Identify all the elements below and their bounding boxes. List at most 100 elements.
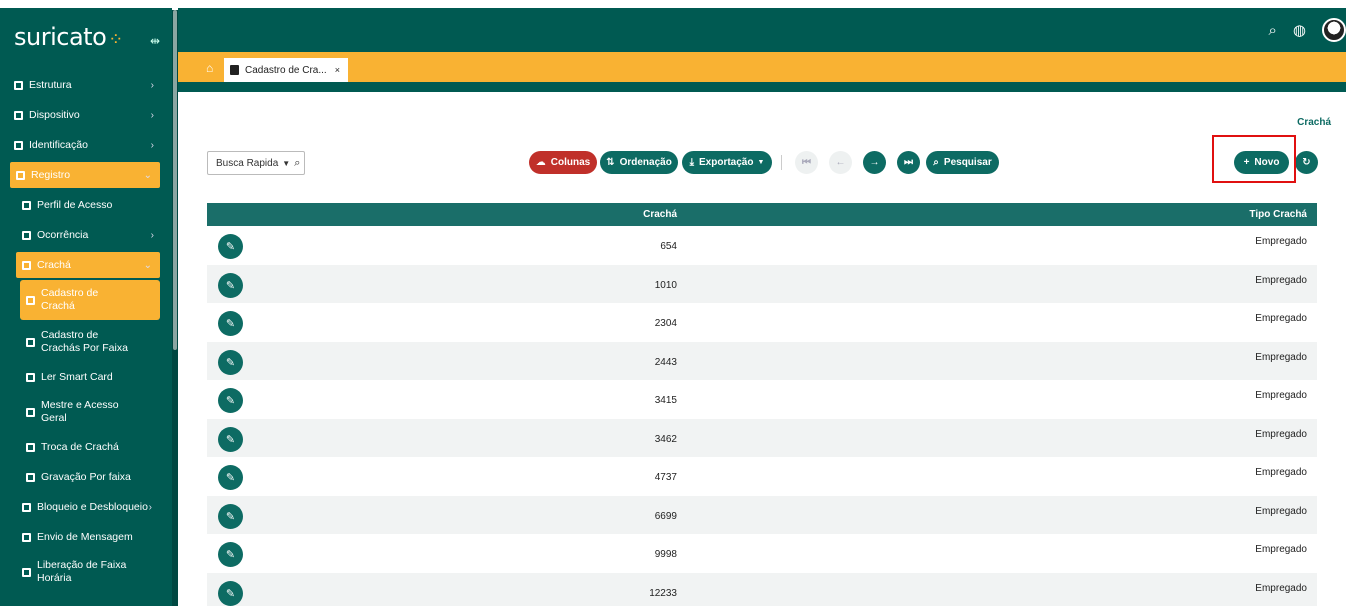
register-icon [16,170,25,180]
edit-icon[interactable]: ✎ [218,503,243,529]
id-card-icon [14,140,23,150]
cell-cracha: 3462 [654,433,677,445]
sidebar: suricato ⁘ ⇹ Estrutura › Dispositivo › Iden… [0,8,172,606]
sidebar-item-ocorrencia[interactable]: Ocorrência › [0,220,172,250]
doc-icon [22,200,31,210]
quick-search-dropdown[interactable]: Busca Rapida ▼ ⌕ [207,151,305,175]
sidebar-item-gravacao-faixa[interactable]: Gravação Por faixa [0,462,172,492]
table-row[interactable]: ✎ 2304 Empregado [207,303,1317,341]
first-page-button[interactable]: ⏮ [795,151,818,174]
close-icon[interactable]: × [335,65,340,75]
doc-icon [230,65,239,75]
scrollbar-thumb[interactable] [173,10,177,350]
table-row[interactable]: ✎ 3462 Empregado [207,418,1317,457]
sidebar-item-envio-mensagem[interactable]: Envio de Mensagem [0,522,172,552]
table-row[interactable]: ✎ 654 Empregado [207,226,1317,264]
sidebar-item-cadastro-crachas-faixa[interactable]: Cadastro de Crachás Por Faixa [0,322,172,362]
edit-icon[interactable]: ✎ [218,311,243,336]
sidebar-item-troca-cracha[interactable]: Troca de Crachá [0,432,172,462]
edit-icon[interactable]: ✎ [218,272,243,298]
avatar[interactable] [1322,18,1346,42]
edit-icon[interactable]: ✎ [218,580,243,606]
edit-icon[interactable]: ✎ [218,349,243,375]
sidebar-item-label: Envio de Mensagem [37,531,133,543]
sidebar-item-estrutura[interactable]: Estrutura › [0,70,172,100]
caret-down-icon: ▼ [282,158,291,168]
cell-cracha: 654 [660,241,677,252]
edit-icon[interactable]: ✎ [218,465,243,490]
column-header-cracha[interactable]: Crachá [643,209,677,220]
sidebar-item-cracha[interactable]: Crachá ⌄ [16,252,160,278]
table-row[interactable]: ✎ 9998 Empregado [207,534,1317,572]
sidebar-item-cadastro-cracha[interactable]: Cadastro de Crachá [20,280,160,320]
chevron-right-icon: › [150,109,154,121]
doc-icon [22,532,31,542]
sidebar-item-label: Crachá [37,259,71,271]
doc-icon [22,567,31,577]
sidebar-scrollbar[interactable] [172,10,178,606]
table-header: Crachá Tipo Crachá [207,203,1317,226]
chevron-right-icon: › [150,139,154,151]
sidebar-item-label: Cadastro de Crachá [41,287,99,312]
sidebar-item-identificacao[interactable]: Identificação › [0,130,172,160]
quick-search-label: Busca Rapida [216,157,279,169]
table-row[interactable]: ✎ 2443 Empregado [207,341,1317,380]
ordering-button[interactable]: ⇅ Ordenação [600,151,678,174]
button-label: Pesquisar [943,157,992,168]
doc-icon [26,407,35,417]
next-page-button[interactable]: → [863,151,886,174]
cell-tipo-cracha: Empregado [1255,467,1307,478]
table-row[interactable]: ✎ 1010 Empregado [207,264,1317,303]
button-label: Ordenação [619,157,672,168]
cell-cracha: 3415 [654,395,677,406]
edit-icon[interactable]: ✎ [218,542,243,567]
doc-icon [26,295,35,305]
sidebar-item-registro[interactable]: Registro ⌄ [10,162,160,188]
tab-cadastro-cracha[interactable]: Cadastro de Cra... × [224,58,348,82]
last-page-button[interactable]: ⏭ [897,151,920,174]
cell-cracha: 12233 [649,587,677,599]
refresh-button[interactable]: ↻ [1295,151,1318,174]
search-icon[interactable]: ⌕ [294,157,300,170]
sidebar-item-dispositivo[interactable]: Dispositivo › [0,100,172,130]
table-row[interactable]: ✎ 12233 Empregado [207,572,1317,606]
edit-icon[interactable]: ✎ [218,388,243,413]
search-icon[interactable]: ⌕ [1269,22,1277,39]
logo[interactable]: suricato ⁘ [14,23,123,51]
edit-icon[interactable]: ✎ [218,234,243,259]
home-icon[interactable]: ⌂ [206,61,213,75]
column-header-tipo-cracha[interactable]: Tipo Crachá [1249,209,1307,220]
table-row[interactable]: ✎ 4737 Empregado [207,457,1317,495]
prev-page-button[interactable]: ← [829,151,852,174]
sidebar-item-liberacao-faixa[interactable]: Liberação de Faixa Horária [0,552,172,592]
chevron-right-icon: › [150,229,154,241]
sidebar-item-mestre-acesso[interactable]: Mestre e Acesso Geral [0,392,172,432]
sidebar-item-ler-smart-card[interactable]: Ler Smart Card [0,362,172,392]
sidebar-item-label: Identificação [29,139,88,151]
tab-strip: ⌂ Cadastro de Cra... × [178,52,1346,82]
table-row[interactable]: ✎ 3415 Empregado [207,380,1317,418]
top-bar: ⌕ ◍ [178,8,1346,52]
sidebar-item-label: Liberação de Faixa Horária [37,559,127,584]
sidebar-item-label: Troca de Crachá [41,441,119,453]
export-button[interactable]: ⤓ Exportação ▼ [682,151,772,174]
sidebar-item-label: Ocorrência [37,229,89,241]
edit-icon[interactable]: ✎ [218,426,243,452]
sidebar-item-perfil-acesso[interactable]: Perfil de Acesso [0,190,172,220]
collapse-sidebar-icon[interactable]: ⇹ [150,34,160,48]
sidebar-item-label: Gravação Por faixa [41,471,131,483]
cell-tipo-cracha: Empregado [1255,505,1307,517]
table-row[interactable]: ✎ 6699 Empregado [207,495,1317,534]
cell-cracha: 4737 [654,472,677,483]
doc-icon [26,337,35,347]
sidebar-item-label: Cadastro de Crachás Por Faixa [41,329,128,354]
cell-cracha: 2443 [654,356,677,368]
doc-icon [26,472,35,482]
tab-label: Cadastro de Cra... [245,64,327,76]
sort-icon: ⇅ [606,157,615,168]
sidebar-item-label: Estrutura [29,79,72,91]
sidebar-item-bloqueio[interactable]: Bloqueio e Desbloqueio › [0,492,172,522]
globe-icon[interactable]: ◍ [1293,21,1306,39]
columns-button[interactable]: ☁ Colunas [529,151,597,174]
search-button[interactable]: ⌕ Pesquisar [926,151,999,174]
